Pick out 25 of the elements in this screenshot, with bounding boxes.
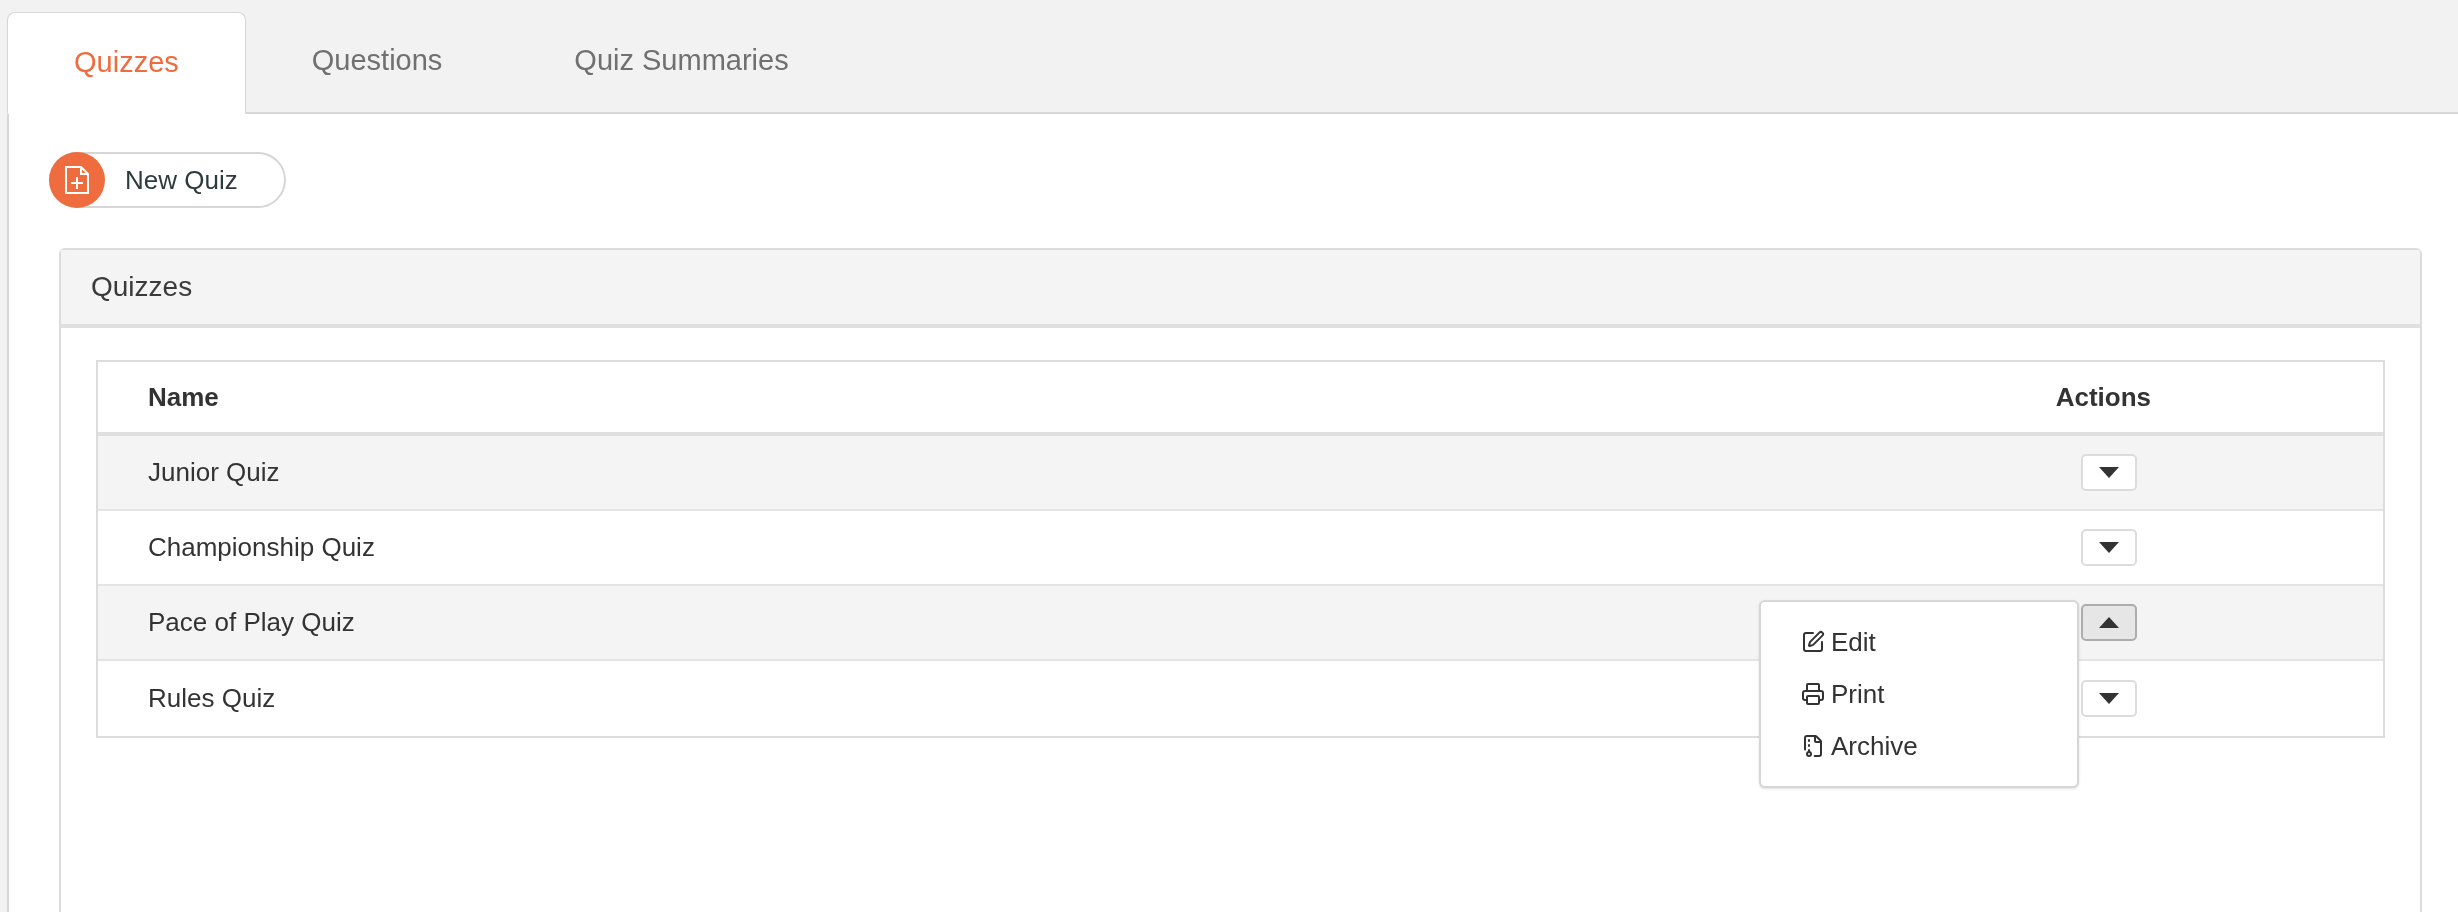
- edit-icon: [1801, 630, 1825, 654]
- new-quiz-button[interactable]: New Quiz: [49, 152, 286, 208]
- caret-icon: [2099, 467, 2119, 478]
- panel-title: Quizzes: [91, 270, 193, 304]
- printer-icon: [1801, 682, 1825, 706]
- quiz-name: Championship Quiz: [148, 531, 375, 564]
- menu-item[interactable]: Archive: [1761, 720, 2077, 772]
- tab[interactable]: Questions: [245, 10, 509, 112]
- menu-item[interactable]: Edit: [1761, 616, 2077, 668]
- actions-dropdown-button[interactable]: [2081, 529, 2137, 566]
- actions-dropdown-button[interactable]: [2081, 604, 2137, 641]
- quiz-name: Junior Quiz: [148, 456, 280, 489]
- tab[interactable]: Quiz Summaries: [508, 10, 855, 112]
- caret-icon: [2099, 693, 2119, 704]
- actions-dropdown-button[interactable]: [2081, 454, 2137, 491]
- quiz-name: Rules Quiz: [148, 682, 276, 715]
- quiz-name: Pace of Play Quiz: [148, 606, 355, 639]
- menu-item[interactable]: Print: [1761, 668, 2077, 720]
- actions-dropdown-button[interactable]: [2081, 680, 2137, 717]
- caret-icon: [2099, 542, 2119, 553]
- column-header: Actions: [2055, 380, 2151, 414]
- archive-file-icon: [1801, 734, 1825, 758]
- caret-icon: [2099, 617, 2119, 628]
- new-file-icon: [49, 152, 105, 208]
- column-header: Name: [148, 380, 219, 414]
